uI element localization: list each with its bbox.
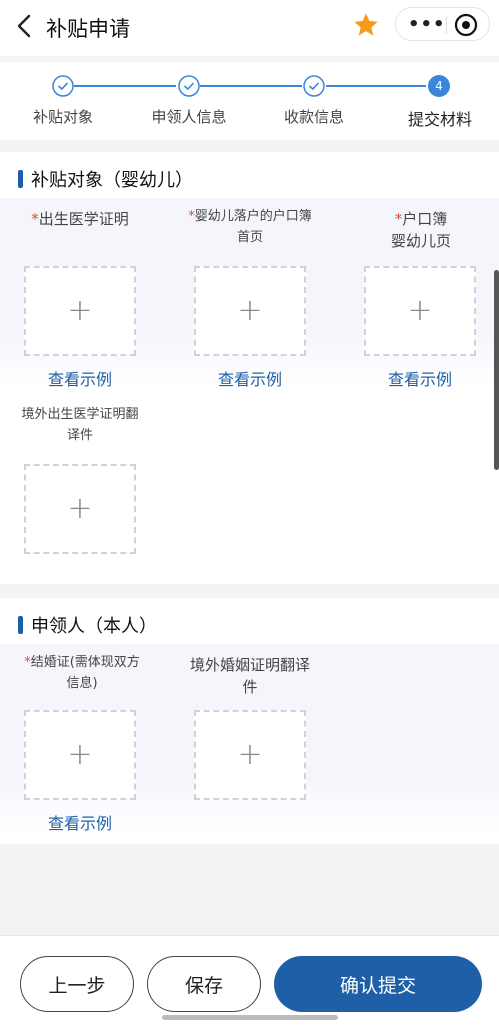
view-example-link[interactable]: 查看示例: [24, 366, 136, 390]
section-marker: [18, 616, 23, 634]
field-label-text: 信息): [66, 676, 98, 691]
save-button[interactable]: 保存: [147, 956, 261, 1012]
close-target-icon[interactable]: [454, 13, 478, 37]
upload-box-overseas-marriage-translation[interactable]: +: [194, 710, 306, 800]
section-header: 申领人（本人）: [18, 612, 157, 638]
capsule-divider: [446, 16, 447, 34]
field-label-text: 境外出生医学证明翻: [21, 407, 139, 422]
view-example-link[interactable]: 查看示例: [364, 366, 476, 390]
nav-bar: 补贴申请 •••: [0, 0, 499, 56]
confirm-submit-button[interactable]: 确认提交: [274, 956, 482, 1012]
field-label: *出生医学证明: [18, 208, 142, 230]
field-label: 境外婚姻证明翻译 件: [176, 654, 324, 698]
field-label: *结婚证(需体现双方 信息): [14, 652, 150, 694]
page-title: 补贴申请: [46, 17, 130, 41]
section-title: 申领人（本人）: [31, 616, 157, 637]
plus-icon: +: [237, 737, 263, 772]
view-example-link[interactable]: 查看示例: [194, 366, 306, 390]
section-marker: [18, 170, 23, 188]
field-label-text: 结婚证(需体现双方: [30, 655, 140, 670]
mini-program-capsule: •••: [395, 7, 490, 41]
plus-icon: +: [237, 293, 263, 328]
field-label-text: 首页: [236, 230, 263, 245]
field-label: 境外出生医学证明翻 译件: [12, 404, 148, 446]
step-label-current: 提交材料: [407, 110, 472, 129]
field-label-text: 件: [242, 678, 258, 696]
field-label-text: 婴幼儿页: [390, 232, 451, 250]
check-circle-icon: [303, 75, 325, 97]
plus-icon: +: [407, 293, 433, 328]
step-number-badge: 4: [428, 75, 450, 97]
star-icon[interactable]: [352, 11, 380, 39]
step-label: 收款信息: [283, 108, 344, 126]
previous-step-button[interactable]: 上一步: [20, 956, 134, 1012]
step-label: 补贴对象: [32, 108, 93, 126]
view-example-link[interactable]: 查看示例: [24, 810, 136, 834]
upload-box-birth-certificate[interactable]: +: [24, 266, 136, 356]
step-connector: [74, 85, 176, 87]
upload-box-marriage-certificate[interactable]: +: [24, 710, 136, 800]
scrollbar[interactable]: [494, 270, 499, 470]
upload-box-household-register-home[interactable]: +: [194, 266, 306, 356]
more-icon[interactable]: •••: [408, 14, 446, 35]
plus-icon: +: [67, 293, 93, 328]
check-circle-icon: [52, 75, 74, 97]
plus-icon: +: [67, 737, 93, 772]
bottom-action-bar: 上一步 保存 确认提交: [0, 935, 499, 1026]
section-header: 补贴对象（婴幼儿）: [18, 166, 193, 192]
field-label-text: 户口簿: [402, 210, 448, 228]
field-label-text: 出生医学证明: [38, 210, 129, 228]
upload-box-overseas-birth-translation[interactable]: +: [24, 464, 136, 554]
plus-icon: +: [67, 491, 93, 526]
field-label: *户口簿 婴幼儿页: [360, 208, 482, 252]
check-circle-icon: [178, 75, 200, 97]
upload-box-household-register-infant[interactable]: +: [364, 266, 476, 356]
section-title: 补贴对象（婴幼儿）: [31, 170, 193, 191]
field-label-text: 译件: [66, 428, 93, 443]
section-applicant: 申领人（本人） *结婚证(需体现双方 信息) + 查看示例 境外婚姻证明翻译 件…: [0, 598, 499, 844]
home-indicator: [162, 1015, 338, 1020]
step-connector: [326, 85, 426, 87]
step-label: 申领人信息: [151, 108, 227, 126]
step-connector: [200, 85, 302, 87]
field-label: *婴幼儿落户的户口簿 首页: [168, 206, 332, 248]
section-infant: 补贴对象（婴幼儿） *出生医学证明 + 查看示例 *婴幼儿落户的户口簿 首页 +…: [0, 152, 499, 584]
field-label-text: 婴幼儿落户的户口簿: [194, 209, 312, 224]
required-mark: *: [31, 210, 39, 228]
progress-steps: 4 补贴对象 申领人信息 收款信息 提交材料: [0, 62, 499, 140]
back-arrow-icon[interactable]: [12, 12, 38, 40]
field-label-text: 境外婚姻证明翻译: [189, 656, 310, 674]
